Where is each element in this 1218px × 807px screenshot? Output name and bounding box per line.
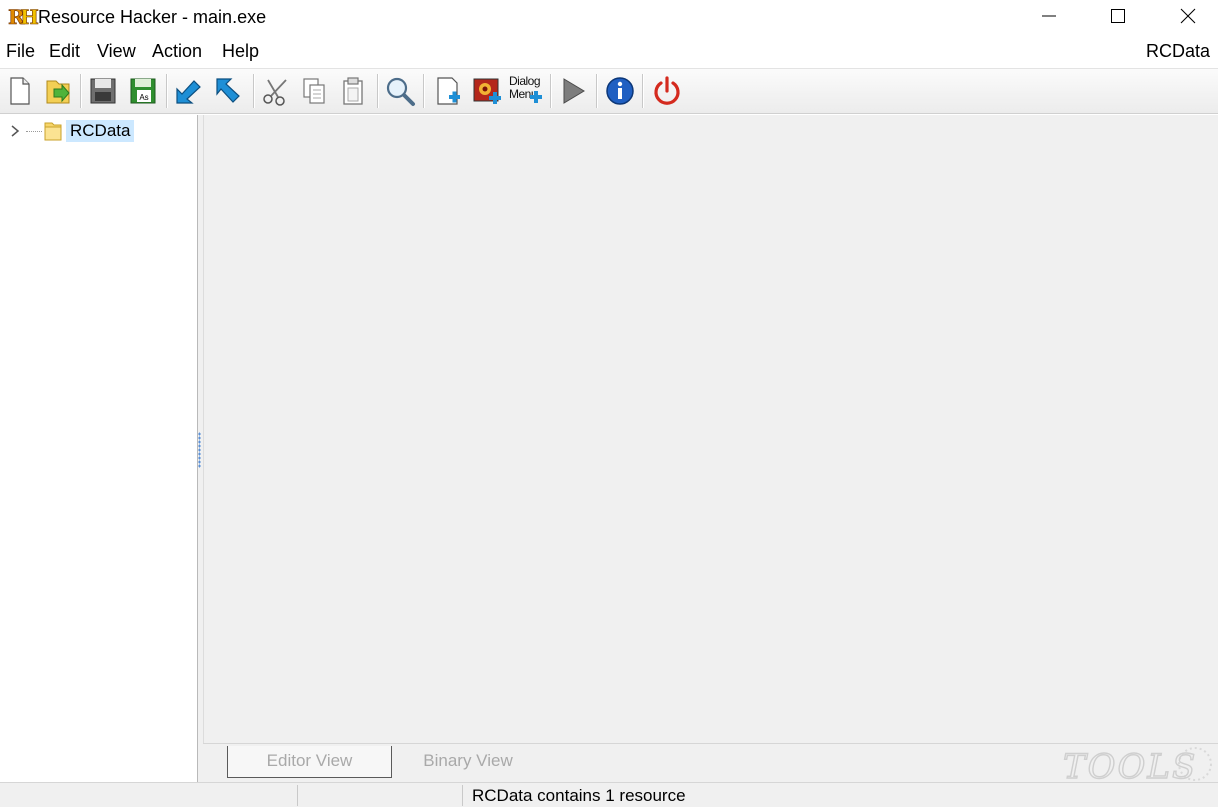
menu-file[interactable]: File	[6, 41, 35, 62]
toolbar: As Dialog Menu	[0, 68, 1218, 114]
chevron-right-icon[interactable]	[8, 123, 22, 139]
status-message: RCData contains 1 resource	[472, 786, 686, 805]
app-logo-letter-h: H	[20, 5, 40, 30]
search-button[interactable]	[383, 74, 417, 108]
forward-arrow-icon	[216, 78, 240, 103]
save-as-label: As	[139, 93, 148, 102]
dialog-menu-button[interactable]: Dialog Menu	[509, 75, 545, 107]
folder-icon	[44, 122, 62, 141]
menu-edit[interactable]: Edit	[49, 41, 80, 62]
menu-action[interactable]: Action	[152, 41, 202, 62]
close-button[interactable]	[1153, 0, 1218, 32]
tab-binary-view[interactable]: Binary View	[393, 746, 543, 778]
tab-editor-view[interactable]: Editor View	[227, 746, 392, 778]
toolbar-separator	[642, 74, 643, 108]
save-as-button[interactable]: As	[126, 74, 160, 108]
current-resource-type-label: RCData	[1145, 41, 1210, 61]
save-icon	[90, 78, 116, 104]
open-file-icon	[46, 80, 70, 104]
back-button[interactable]	[172, 74, 206, 108]
toolbar-separator	[80, 74, 81, 108]
info-icon	[606, 77, 634, 105]
save-as-icon: As	[130, 78, 156, 104]
status-separator	[297, 785, 298, 806]
tools-watermark: TOOLS	[1063, 746, 1212, 784]
toolbar-separator	[596, 74, 597, 108]
tree-connector-line	[26, 131, 42, 132]
open-file-button[interactable]	[41, 74, 75, 108]
dialog-menu-icon	[530, 91, 542, 103]
maximize-button[interactable]	[1083, 0, 1153, 32]
maximize-icon	[1111, 9, 1125, 23]
about-button[interactable]	[603, 74, 637, 108]
add-resource-icon	[437, 77, 460, 105]
new-file-button[interactable]	[3, 74, 37, 108]
menu-help[interactable]: Help	[222, 41, 259, 62]
paste-button[interactable]	[336, 74, 370, 108]
copy-icon	[303, 78, 325, 104]
run-script-icon	[563, 78, 585, 104]
view-tabs: Editor View Binary View TOOLS	[203, 743, 1218, 784]
add-resource-button[interactable]	[431, 74, 465, 108]
minimize-button[interactable]	[1014, 0, 1084, 32]
status-bar: RCData contains 1 resource	[0, 782, 1218, 807]
back-arrow-icon	[176, 80, 201, 104]
tree-item-label[interactable]: RCData	[66, 120, 135, 142]
tree-item-rcdata[interactable]: RCData	[0, 119, 190, 143]
toolbar-separator	[423, 74, 424, 108]
close-icon	[1180, 8, 1196, 24]
run-script-button[interactable]	[556, 74, 590, 108]
cut-button[interactable]	[259, 74, 293, 108]
resource-tree[interactable]: RCData	[0, 115, 198, 782]
splitter-grip[interactable]	[198, 432, 201, 468]
forward-button[interactable]	[212, 74, 246, 108]
menu-bar: File Edit View Action Help RCData	[0, 36, 1218, 66]
copy-button[interactable]	[297, 74, 331, 108]
exit-button[interactable]	[650, 74, 684, 108]
new-file-icon	[10, 77, 30, 105]
toolbar-separator	[377, 74, 378, 108]
menu-view[interactable]: View	[97, 41, 136, 62]
save-button[interactable]	[86, 74, 120, 108]
title-bar: RH Resource Hacker - main.exe	[0, 0, 1218, 34]
power-icon	[654, 76, 680, 105]
editor-pane[interactable]	[203, 115, 1218, 743]
cut-icon	[263, 79, 287, 106]
toolbar-separator	[550, 74, 551, 108]
toolbar-separator	[253, 74, 254, 108]
add-image-resource-button[interactable]	[471, 74, 505, 108]
search-icon	[386, 77, 415, 106]
watermark-text: TOOLS	[1063, 747, 1197, 784]
toolbar-separator	[166, 74, 167, 108]
app-logo-icon: RH	[8, 5, 39, 30]
status-separator	[462, 785, 463, 806]
add-image-resource-icon	[473, 78, 501, 104]
window-title: Resource Hacker - main.exe	[38, 6, 267, 27]
paste-icon	[343, 77, 363, 105]
minimize-icon	[1042, 15, 1056, 17]
